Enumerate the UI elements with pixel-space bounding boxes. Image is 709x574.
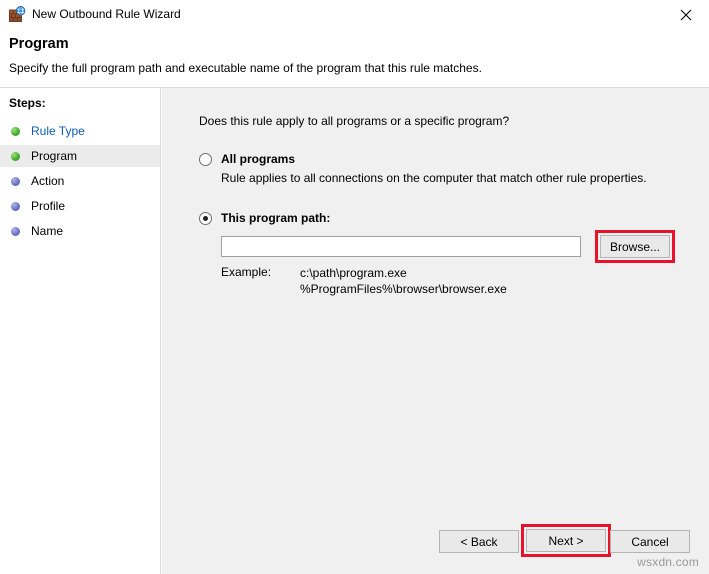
question-text: Does this rule apply to all programs or …: [199, 114, 510, 128]
sidebar-item-program[interactable]: Program: [0, 145, 160, 167]
option-this-program-path[interactable]: This program path:: [199, 211, 330, 225]
wizard-footer: < Back Next > Cancel: [162, 512, 709, 574]
page-header: Program Specify the full program path an…: [0, 30, 709, 88]
step-bullet-icon: [11, 151, 20, 161]
sidebar-item-profile[interactable]: Profile: [0, 195, 160, 217]
program-path-input[interactable]: [221, 236, 581, 257]
page-title: Program: [9, 36, 69, 52]
main-content-panel: Does this rule apply to all programs or …: [162, 88, 709, 574]
next-button[interactable]: Next >: [526, 529, 606, 552]
example-values: c:\path\program.exe %ProgramFiles%\brows…: [300, 265, 507, 297]
sidebar-item-name[interactable]: Name: [0, 220, 160, 242]
back-button[interactable]: < Back: [439, 530, 519, 553]
sidebar-item-rule-type[interactable]: Rule Type: [0, 120, 160, 142]
watermark: wsxdn.com: [637, 555, 699, 569]
sidebar-item-action[interactable]: Action: [0, 170, 160, 192]
browse-button[interactable]: Browse...: [600, 235, 670, 258]
example-label: Example:: [221, 265, 272, 279]
sidebar-item-label: Profile: [31, 199, 66, 213]
close-icon[interactable]: [663, 0, 709, 30]
new-outbound-rule-wizard-window: New Outbound Rule Wizard Program Specify…: [0, 0, 709, 574]
step-bullet-icon: [11, 126, 20, 136]
steps-heading: Steps:: [9, 96, 46, 110]
sidebar-item-label: Name: [31, 224, 64, 238]
step-bullet-icon: [11, 176, 20, 186]
window-title: New Outbound Rule Wizard: [32, 7, 181, 21]
cancel-button[interactable]: Cancel: [610, 530, 690, 553]
example-line-2: %ProgramFiles%\browser\browser.exe: [300, 282, 507, 296]
step-bullet-icon: [11, 226, 20, 236]
firewall-globe-icon: [9, 6, 26, 23]
radio-all-programs[interactable]: [199, 153, 212, 166]
option-all-programs-label: All programs: [221, 152, 296, 166]
page-subtitle: Specify the full program path and execut…: [9, 61, 482, 75]
sidebar-item-label: Rule Type: [31, 124, 85, 138]
option-all-programs[interactable]: All programs Rule applies to all connect…: [199, 152, 647, 185]
next-button-highlight: Next >: [521, 524, 611, 557]
sidebar-item-label: Action: [31, 174, 65, 188]
sidebar-item-label: Program: [31, 149, 78, 163]
radio-this-program-path[interactable]: [199, 212, 212, 225]
step-bullet-icon: [11, 201, 20, 211]
title-bar: New Outbound Rule Wizard: [0, 0, 709, 30]
steps-sidebar: Steps: Rule Type Program Action Profile …: [0, 88, 161, 574]
option-this-program-path-label: This program path:: [221, 211, 331, 225]
program-path-row: Browse...: [221, 230, 681, 263]
browse-button-highlight: Browse...: [595, 230, 675, 263]
option-all-programs-description: Rule applies to all connections on the c…: [221, 171, 647, 185]
example-line-1: c:\path\program.exe: [300, 266, 407, 280]
